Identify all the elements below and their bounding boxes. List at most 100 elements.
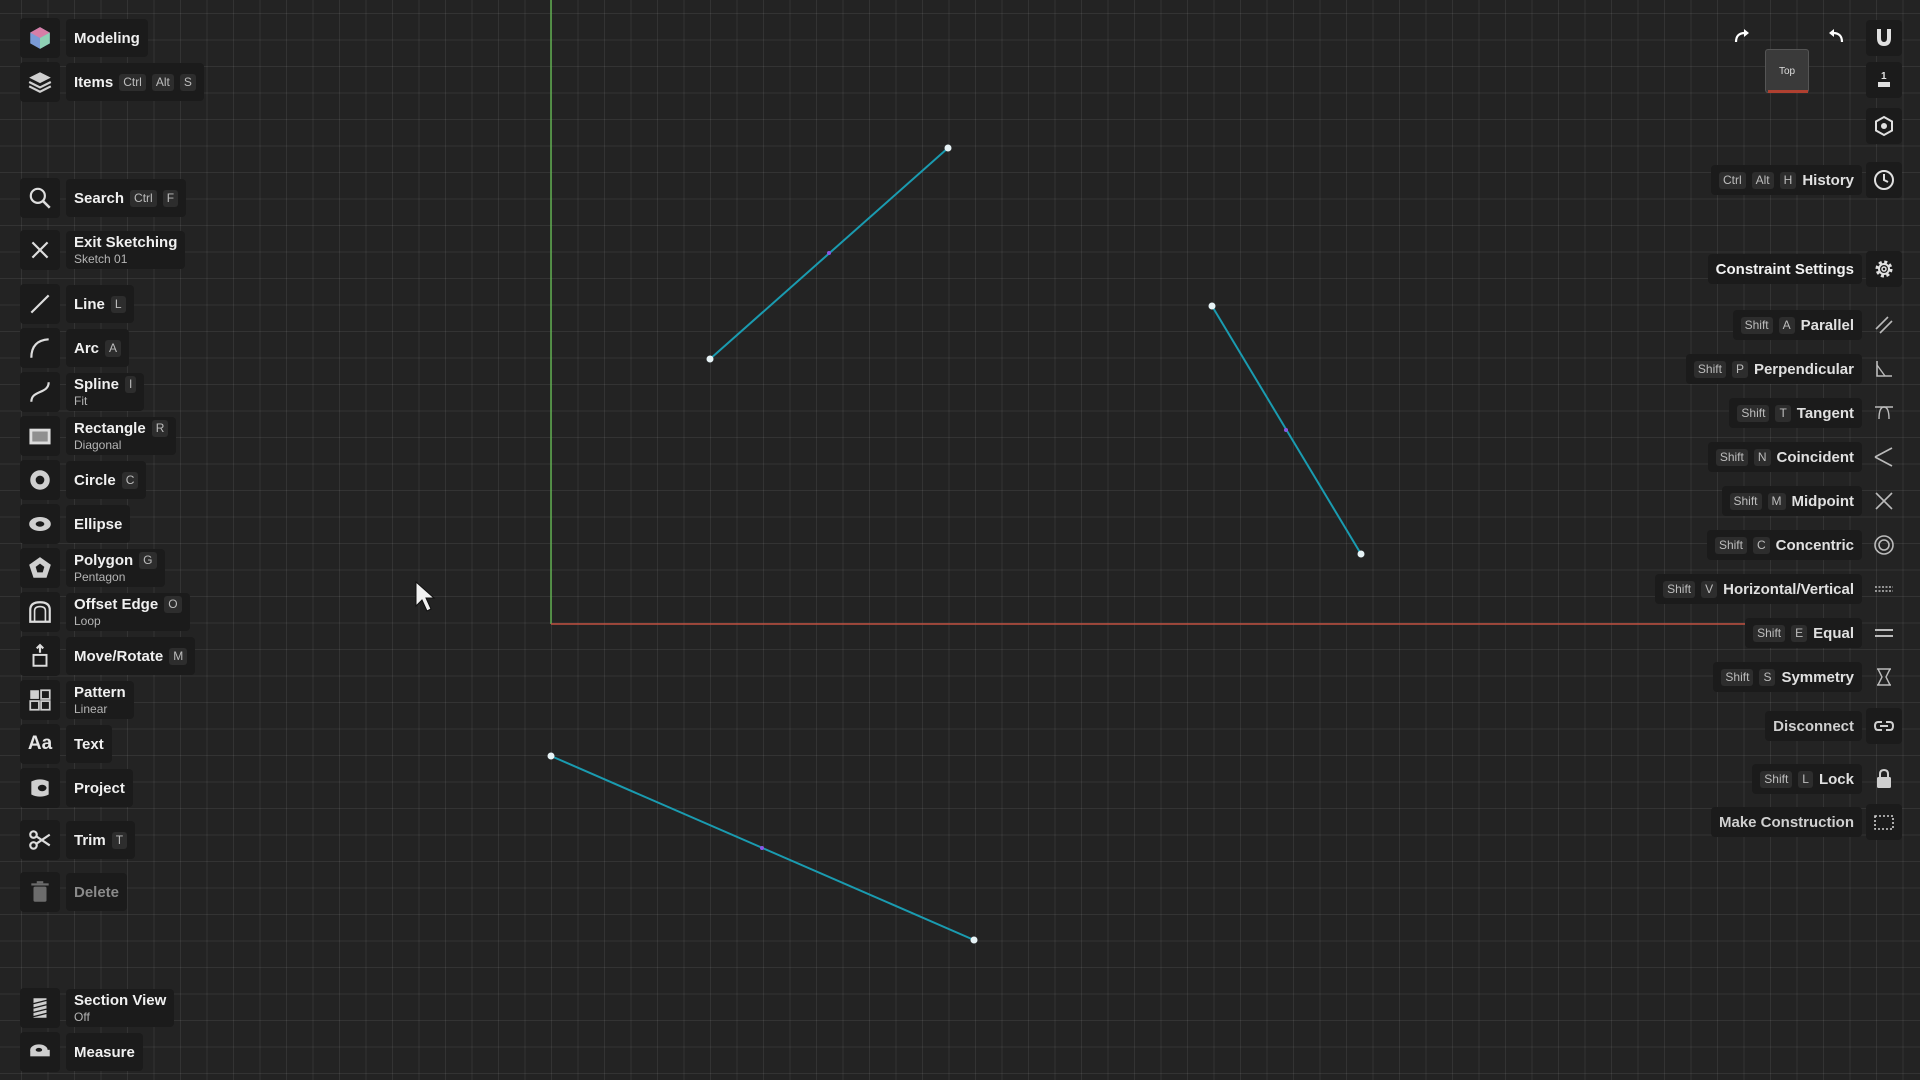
- align-icon[interactable]: 1: [1866, 62, 1902, 98]
- midpoint-icon[interactable]: [1866, 483, 1902, 519]
- delete-button[interactable]: Delete: [66, 873, 128, 911]
- endpoint[interactable]: [547, 752, 555, 760]
- project-icon[interactable]: [20, 768, 60, 808]
- text-icon[interactable]: Aa: [20, 724, 60, 764]
- move-rotate-tool-button[interactable]: Move/Rotate M: [66, 637, 196, 675]
- midpoint[interactable]: [1284, 428, 1288, 432]
- search-button[interactable]: Search Ctrl F: [66, 179, 187, 217]
- modeling-text: Modeling: [74, 29, 140, 47]
- shortcut-key: C: [1752, 536, 1770, 554]
- symmetry-icon[interactable]: [1866, 659, 1902, 695]
- text-tool-button[interactable]: Text: [66, 725, 112, 763]
- app-logo-icon[interactable]: [20, 18, 60, 58]
- view-cube-icon[interactable]: [1866, 108, 1902, 144]
- disconnect-button[interactable]: Disconnect: [1765, 711, 1862, 741]
- perpendicular-icon[interactable]: [1866, 351, 1902, 387]
- constraint-tangent-button[interactable]: Shift T Tangent: [1729, 398, 1862, 428]
- modeling-label[interactable]: Modeling: [66, 19, 148, 57]
- pattern-tool-button[interactable]: Pattern Linear: [66, 681, 134, 719]
- ellipse-icon[interactable]: [20, 504, 60, 544]
- constraint-midpoint-button[interactable]: Shift M Midpoint: [1721, 486, 1862, 516]
- shortcut-key: G: [139, 552, 157, 569]
- rectangle-icon[interactable]: [20, 416, 60, 456]
- svg-text:1: 1: [1881, 71, 1887, 82]
- trash-icon[interactable]: [20, 872, 60, 912]
- items-button[interactable]: Items Ctrl Alt S: [66, 63, 204, 101]
- rotate-left-icon[interactable]: [1732, 28, 1752, 48]
- pattern-icon[interactable]: [20, 680, 60, 720]
- project-tool-button[interactable]: Project: [66, 769, 133, 807]
- constraint-equal-button[interactable]: Shift E Equal: [1745, 618, 1862, 648]
- constraint-concentric-button[interactable]: Shift C Concentric: [1706, 530, 1862, 560]
- offset-edge-icon[interactable]: [20, 592, 60, 632]
- make-construction-button[interactable]: Make Construction: [1710, 807, 1862, 837]
- shortcut-key: H: [1779, 171, 1797, 189]
- disconnect-icon[interactable]: [1866, 708, 1902, 744]
- constraint-parallel-button[interactable]: Shift A Parallel: [1732, 310, 1862, 340]
- line-text: Line: [74, 295, 105, 313]
- spline-tool-button[interactable]: Spline I Fit: [66, 373, 145, 411]
- measure-icon[interactable]: [20, 1032, 60, 1072]
- scissors-icon[interactable]: [20, 820, 60, 860]
- constraint-settings-button[interactable]: Constraint Settings: [1707, 254, 1862, 284]
- constraint-coincident-button[interactable]: Shift N Coincident: [1707, 442, 1862, 472]
- endpoint[interactable]: [944, 144, 952, 152]
- trim-tool-button[interactable]: Trim T: [66, 821, 136, 859]
- arc-icon[interactable]: [20, 328, 60, 368]
- history-button[interactable]: Ctrl Alt H History: [1710, 165, 1862, 195]
- view-cube[interactable]: Top: [1765, 49, 1809, 93]
- midpoint[interactable]: [760, 846, 764, 850]
- move-rotate-icon[interactable]: [20, 636, 60, 676]
- sketch-line-1[interactable]: [706, 144, 952, 363]
- constraint-horizontal-vertical-button[interactable]: Shift V Horizontal/Vertical: [1655, 574, 1862, 604]
- tangent-icon[interactable]: [1866, 395, 1902, 431]
- endpoint[interactable]: [706, 355, 714, 363]
- rectangle-tool-button[interactable]: Rectangle R Diagonal: [66, 417, 177, 455]
- line-tool-button[interactable]: Line L: [66, 285, 134, 323]
- polygon-icon[interactable]: [20, 548, 60, 588]
- sketch-line-3[interactable]: [547, 752, 978, 944]
- gear-icon[interactable]: [1866, 251, 1902, 287]
- shortcut-key: Shift: [1715, 448, 1748, 466]
- endpoint[interactable]: [1357, 550, 1365, 558]
- spline-icon[interactable]: [20, 372, 60, 412]
- circle-icon[interactable]: [20, 460, 60, 500]
- exit-sketching-button[interactable]: Exit Sketching Sketch 01: [66, 231, 186, 269]
- rotate-right-icon[interactable]: [1826, 28, 1846, 48]
- endpoint[interactable]: [970, 936, 978, 944]
- clock-icon[interactable]: [1866, 162, 1902, 198]
- shortcut-key: Shift: [1663, 580, 1696, 598]
- constraint-symmetry-button[interactable]: Shift S Symmetry: [1713, 662, 1862, 692]
- ellipse-tool-button[interactable]: Ellipse: [66, 505, 131, 543]
- shortcut-key: R: [151, 420, 169, 437]
- circle-tool-button[interactable]: Circle C: [66, 461, 147, 499]
- offset-edge-tool-button[interactable]: Offset Edge O Loop: [66, 593, 190, 631]
- midpoint[interactable]: [827, 251, 831, 255]
- line-icon[interactable]: [20, 284, 60, 324]
- close-icon[interactable]: [20, 230, 60, 270]
- lock-icon[interactable]: [1866, 761, 1902, 797]
- parallel-icon[interactable]: [1866, 307, 1902, 343]
- concentric-icon[interactable]: [1866, 527, 1902, 563]
- constraint-perpendicular-button[interactable]: Shift P Perpendicular: [1685, 354, 1862, 384]
- equal-icon[interactable]: [1866, 615, 1902, 651]
- section-view-icon[interactable]: [20, 988, 60, 1028]
- sketch-canvas[interactable]: [0, 0, 1920, 1080]
- polygon-tool-button[interactable]: Polygon G Pentagon: [66, 549, 165, 587]
- lock-button[interactable]: Shift L Lock: [1752, 764, 1862, 794]
- coincident-icon[interactable]: [1866, 439, 1902, 475]
- endpoint[interactable]: [1208, 302, 1216, 310]
- magnet-icon[interactable]: [1866, 20, 1902, 56]
- arc-tool-button[interactable]: Arc A: [66, 329, 130, 367]
- measure-button[interactable]: Measure: [66, 1033, 143, 1071]
- construction-icon[interactable]: [1866, 804, 1902, 840]
- section-view-button[interactable]: Section View Off: [66, 989, 175, 1027]
- shortcut-key: M: [1767, 492, 1786, 510]
- sketch-line-2[interactable]: [1208, 302, 1365, 558]
- shortcut-key: Ctrl: [130, 189, 157, 207]
- shortcut-key: O: [164, 596, 182, 613]
- constraint-label: Parallel: [1800, 316, 1854, 334]
- horizontal-vertical-icon[interactable]: [1866, 571, 1902, 607]
- search-icon[interactable]: [20, 178, 60, 218]
- layers-icon[interactable]: [20, 62, 60, 102]
